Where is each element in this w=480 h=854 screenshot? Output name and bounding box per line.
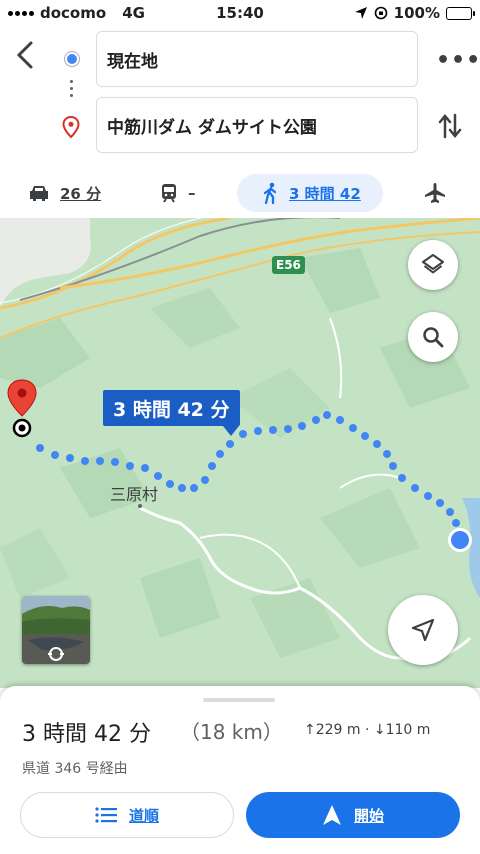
route-duration-label[interactable]: 3 時間 42 分 (103, 390, 240, 436)
walk-icon (263, 182, 277, 204)
transit-time: – (188, 184, 196, 202)
chevron-left-icon (16, 41, 33, 69)
car-time: 26 分 (60, 184, 102, 203)
map-view[interactable]: E56 三原村 3 時間 42 分 (0, 218, 480, 688)
more-options-button[interactable]: ••• (436, 48, 480, 73)
status-bar: docomo 4G 15:40 100% (0, 0, 480, 28)
recenter-button[interactable] (388, 595, 458, 665)
destination-marker-icon[interactable] (5, 378, 39, 438)
tab-walk[interactable]: 3 時間 42 (237, 174, 383, 212)
route-summary-sheet: 3 時間 42 分 （18 km） ↑229 m · ↓110 m 県道 346… (0, 686, 480, 854)
back-button[interactable] (14, 40, 44, 74)
village-label: 三原村 (110, 485, 159, 504)
start-label: 開始 (353, 806, 384, 825)
swap-icon[interactable] (438, 112, 462, 140)
destination-field[interactable]: 中筋川ダム ダムサイト公園 (96, 97, 418, 153)
travel-mode-tabs: 26 分 – 3 時間 42 (0, 170, 480, 216)
search-map-button[interactable] (408, 312, 458, 362)
summary-via: 県道 346 号経由 (22, 761, 128, 777)
tab-car[interactable]: 26 分 (28, 174, 101, 212)
summary-duration: 3 時間 42 分 (22, 722, 151, 747)
walk-time: 3 時間 42 (289, 184, 361, 203)
tab-flight[interactable] (424, 174, 446, 212)
start-button[interactable]: 開始 (246, 792, 460, 838)
steps-label: 道順 (128, 806, 159, 825)
rotation-lock-icon (374, 6, 387, 20)
steps-button[interactable]: 道順 (20, 792, 234, 838)
layers-button[interactable] (408, 240, 458, 290)
destination-pin-icon (62, 116, 80, 138)
car-icon (30, 186, 48, 201)
location-arrow-icon (354, 7, 367, 19)
origin-field[interactable]: 現在地 (96, 31, 418, 87)
tab-transit[interactable]: – (160, 174, 196, 212)
street-view-photo (22, 596, 90, 664)
airplane-icon (425, 183, 445, 203)
route-dots-icon (70, 80, 74, 97)
search-icon (423, 327, 444, 348)
origin-dot-icon (65, 52, 79, 66)
navigation-icon (322, 805, 341, 825)
battery-percent: 100% (393, 4, 440, 22)
summary-elevation: ↑229 m · ↓110 m (304, 722, 431, 738)
navigation-arrow-icon (411, 618, 435, 642)
battery-icon (446, 6, 475, 20)
train-icon (162, 184, 176, 203)
drag-handle[interactable] (203, 698, 275, 702)
summary-distance: （18 km） (180, 720, 283, 744)
list-icon (95, 807, 117, 823)
road-shield-e56: E56 (272, 256, 305, 274)
layers-icon (422, 254, 444, 274)
street-view-thumbnail[interactable] (22, 596, 90, 664)
